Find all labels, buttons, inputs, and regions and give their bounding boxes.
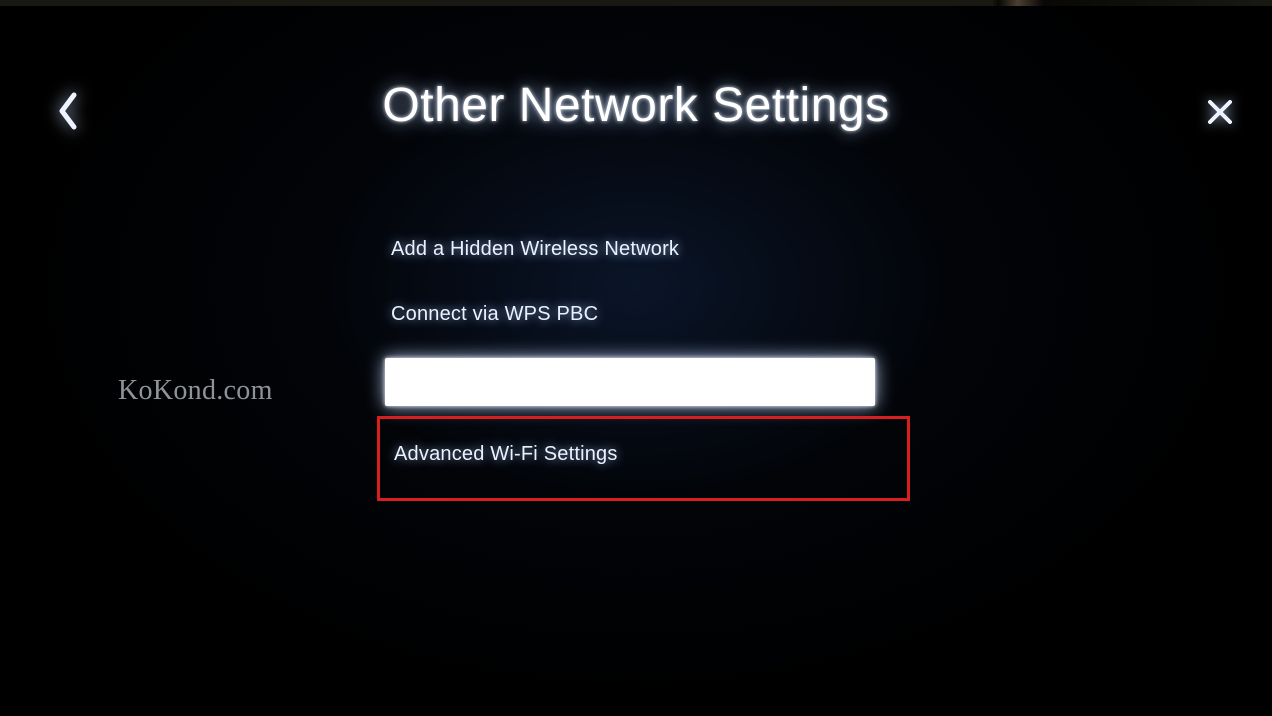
back-button[interactable] — [48, 88, 88, 138]
menu-item-connect-wps-pbc[interactable]: Connect via WPS PBC — [385, 289, 875, 340]
watermark-text: KoKond.com — [118, 375, 273, 407]
chevron-left-icon — [56, 91, 80, 136]
close-icon — [1206, 98, 1234, 131]
annotation-highlight-box: Advanced Wi-Fi Settings — [377, 416, 910, 501]
page-title: Other Network Settings — [0, 78, 1272, 133]
settings-menu: Add a Hidden Wireless Network Connect vi… — [385, 224, 875, 501]
menu-item-advanced-wifi-settings[interactable]: Advanced Wi-Fi Settings — [388, 425, 899, 472]
menu-item-selected-highlight[interactable] — [385, 358, 875, 406]
close-button[interactable] — [1200, 94, 1240, 134]
menu-item-add-hidden-network[interactable]: Add a Hidden Wireless Network — [385, 224, 875, 275]
header: Other Network Settings — [0, 0, 1272, 133]
